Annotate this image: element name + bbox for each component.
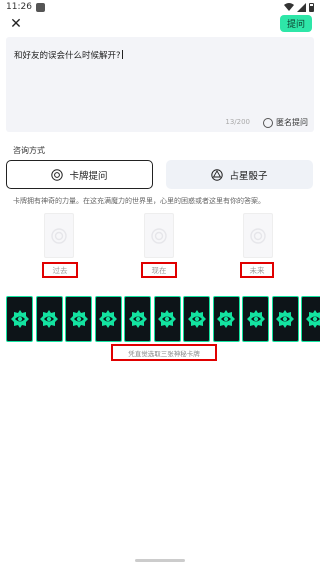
tarot-card-back[interactable] [153, 296, 181, 342]
tarot-intro-text: 卡牌拥有神奇的力量。在这充满魔力的世界里，心里的困惑或者这里有你的答案。 [13, 197, 265, 205]
card-deck[interactable] [6, 296, 320, 342]
anonymous-label: 匿名提问 [276, 118, 308, 127]
eye-emblem-icon [246, 310, 265, 328]
eye-emblem-icon [187, 310, 206, 328]
tab-dice-label: 占星骰子 [229, 170, 268, 182]
question-text[interactable]: 和好友的误会什么时候解开? [14, 51, 121, 61]
slot-emblem-icon [151, 227, 167, 244]
eye-emblem-icon [128, 310, 147, 328]
question-input[interactable]: 和好友的误会什么时候解开? 13/200 匿名提问 [6, 37, 314, 132]
ask-button[interactable]: 提问 [280, 15, 312, 32]
tab-tarot[interactable]: 卡牌提问 [6, 160, 153, 189]
eye-emblem-icon [40, 310, 58, 328]
status-time: 11:26 [6, 2, 32, 12]
tarot-card-back[interactable] [301, 296, 320, 342]
wifi-icon [284, 3, 294, 11]
app-notification-icon [35, 2, 45, 12]
card-slot-present[interactable] [144, 213, 174, 258]
tarot-icon [51, 168, 64, 181]
status-right [284, 2, 314, 12]
consult-section-label: 咨询方式 [13, 146, 45, 155]
anonymous-toggle[interactable]: 匿名提问 [263, 117, 308, 128]
tarot-card-back[interactable] [6, 296, 33, 342]
card-slot-future[interactable] [243, 213, 273, 258]
anonymous-radio-icon[interactable] [263, 117, 273, 128]
close-icon[interactable]: ✕ [8, 16, 24, 32]
tarot-card-back[interactable] [65, 296, 92, 342]
top-bar: ✕ 提问 [0, 14, 320, 34]
tarot-card-back[interactable] [271, 296, 299, 342]
tarot-card-back[interactable] [183, 296, 210, 342]
tab-dice[interactable]: 占星骰子 [166, 160, 313, 189]
dice-icon [211, 168, 224, 181]
slot-label-future: 未来 [240, 262, 274, 278]
eye-emblem-icon [217, 310, 235, 328]
status-left: 11:26 [6, 2, 45, 12]
battery-icon [309, 2, 314, 12]
card-slot-past[interactable] [44, 213, 74, 258]
tarot-card-back[interactable] [94, 296, 122, 342]
eye-emblem-icon [69, 310, 88, 328]
eye-emblem-icon [305, 310, 320, 328]
character-counter: 13/200 [225, 118, 250, 126]
eye-emblem-icon [158, 310, 176, 328]
tarot-card-back[interactable] [242, 296, 269, 342]
tarot-card-back[interactable] [35, 296, 63, 342]
pick-cards-hint: 凭直觉选取三张神秘卡牌 [111, 344, 217, 361]
eye-emblem-icon [10, 310, 29, 328]
slot-label-past: 过去 [42, 262, 78, 278]
slot-label-present: 现在 [141, 262, 177, 278]
eye-emblem-icon [99, 310, 117, 328]
slot-emblem-icon [250, 227, 266, 244]
tarot-card-back[interactable] [212, 296, 240, 342]
eye-emblem-icon [276, 310, 294, 328]
slot-emblem-icon [51, 227, 67, 244]
home-indicator [135, 559, 185, 562]
status-bar: 11:26 [0, 0, 320, 14]
text-caret [121, 50, 123, 59]
signal-icon [297, 2, 306, 12]
tab-tarot-label: 卡牌提问 [69, 170, 108, 182]
tarot-card-back[interactable] [124, 296, 151, 342]
